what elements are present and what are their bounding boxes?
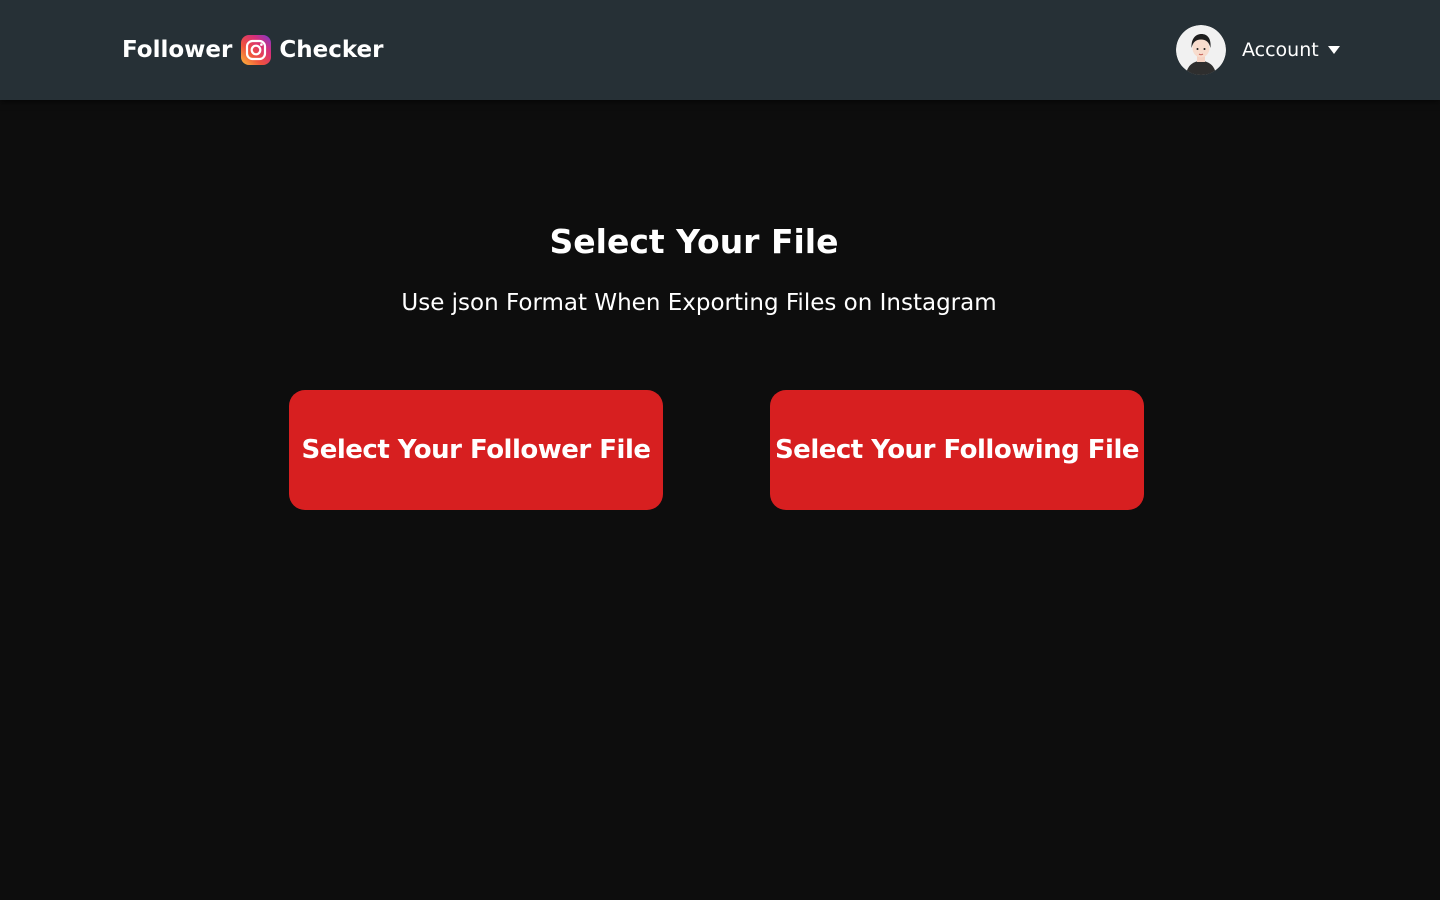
instagram-icon	[241, 35, 272, 65]
select-following-file-button[interactable]: Select Your Following File	[770, 390, 1144, 510]
brand-logo[interactable]: Follower Checker	[122, 30, 383, 70]
brand-text-checker: Checker	[279, 37, 384, 63]
account-label: Account	[1242, 39, 1319, 61]
brand-text-follower: Follower	[122, 37, 233, 63]
avatar[interactable]	[1176, 25, 1226, 75]
account-menu[interactable]: Account	[1176, 25, 1340, 75]
top-navbar: Follower Checker Account	[0, 0, 1440, 100]
page-subtitle: Use json Format When Exporting Files on …	[401, 290, 997, 316]
chevron-down-icon[interactable]	[1327, 46, 1340, 54]
select-follower-file-button[interactable]: Select Your Follower File	[289, 390, 663, 510]
page-title: Select Your File	[549, 222, 839, 261]
